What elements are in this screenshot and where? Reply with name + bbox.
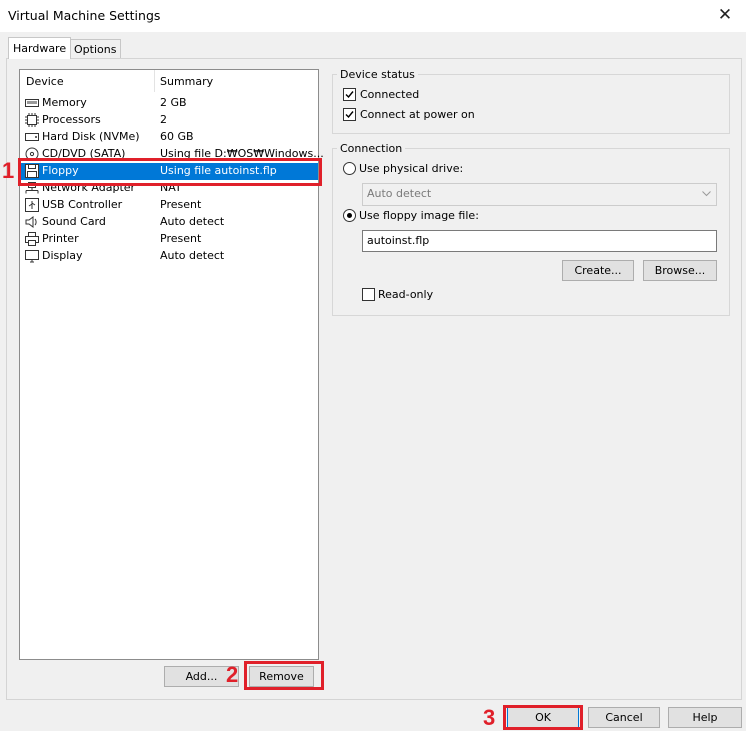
device-summary: Auto detect bbox=[160, 249, 225, 262]
checkmark-icon bbox=[345, 111, 354, 119]
device-row-printer[interactable]: Printer Present bbox=[20, 231, 318, 248]
device-row-display[interactable]: Display Auto detect bbox=[20, 248, 318, 265]
tab-hardware[interactable]: Hardware bbox=[8, 37, 72, 59]
annotation-highlight-ok bbox=[503, 705, 583, 730]
device-summary: Auto detect bbox=[160, 215, 225, 228]
device-summary: 60 GB bbox=[160, 130, 194, 143]
connect-at-power-on-label[interactable]: Connect at power on bbox=[360, 108, 475, 121]
memory-icon bbox=[25, 99, 39, 107]
annotation-number-2: 2 bbox=[226, 662, 239, 687]
connection-title: Connection bbox=[337, 142, 406, 155]
device-name: Processors bbox=[42, 113, 101, 126]
device-name: Sound Card bbox=[42, 215, 106, 228]
annotation-number-3: 3 bbox=[483, 705, 496, 730]
annotation-highlight-floppy bbox=[18, 158, 322, 186]
cancel-button[interactable]: Cancel bbox=[588, 707, 660, 728]
browse-button[interactable]: Browse... bbox=[643, 260, 717, 281]
drive-select: Auto detect bbox=[362, 183, 717, 206]
read-only-label[interactable]: Read-only bbox=[378, 288, 433, 301]
image-file-input[interactable]: autoinst.flp bbox=[362, 230, 717, 252]
annotation-highlight-remove bbox=[244, 661, 324, 690]
device-summary: Present bbox=[160, 198, 202, 211]
drive-select-value: Auto detect bbox=[367, 187, 432, 200]
device-name: Display bbox=[42, 249, 83, 262]
processor-icon bbox=[25, 113, 39, 127]
connected-label[interactable]: Connected bbox=[360, 88, 419, 101]
connected-checkbox[interactable] bbox=[343, 88, 356, 101]
device-row-usb-controller[interactable]: USB Controller Present bbox=[20, 197, 318, 214]
floppy-image-radio[interactable] bbox=[343, 209, 356, 222]
device-row-hard-disk[interactable]: Hard Disk (NVMe) 60 GB bbox=[20, 129, 318, 146]
checkmark-icon bbox=[345, 91, 354, 99]
device-summary: Present bbox=[160, 232, 202, 245]
device-row-processors[interactable]: Processors 2 bbox=[20, 112, 318, 129]
device-row-sound-card[interactable]: Sound Card Auto detect bbox=[20, 214, 318, 231]
help-button[interactable]: Help bbox=[668, 707, 742, 728]
printer-icon bbox=[25, 232, 39, 246]
column-header-device[interactable]: Device bbox=[26, 75, 64, 88]
column-separator bbox=[154, 70, 155, 92]
device-summary: 2 bbox=[160, 113, 167, 126]
device-status-group bbox=[332, 74, 730, 134]
device-name: USB Controller bbox=[42, 198, 123, 211]
usb-controller-icon bbox=[25, 198, 39, 212]
device-name: Memory bbox=[42, 96, 87, 109]
create-button[interactable]: Create... bbox=[562, 260, 634, 281]
device-summary: 2 GB bbox=[160, 96, 187, 109]
image-file-value: autoinst.flp bbox=[367, 234, 430, 247]
connect-at-power-on-checkbox[interactable] bbox=[343, 108, 356, 121]
sound-card-icon bbox=[25, 216, 37, 228]
annotation-number-1: 1 bbox=[2, 158, 15, 183]
floppy-image-label[interactable]: Use floppy image file: bbox=[359, 209, 479, 222]
chevron-down-icon bbox=[702, 191, 711, 197]
physical-drive-label[interactable]: Use physical drive: bbox=[359, 162, 463, 175]
close-icon[interactable]: ✕ bbox=[712, 2, 738, 28]
display-icon bbox=[25, 250, 39, 263]
read-only-checkbox[interactable] bbox=[362, 288, 375, 301]
window-title: Virtual Machine Settings bbox=[8, 8, 161, 23]
device-name: Hard Disk (NVMe) bbox=[42, 130, 140, 143]
device-status-title: Device status bbox=[337, 68, 418, 81]
device-name: Printer bbox=[42, 232, 79, 245]
column-header-summary[interactable]: Summary bbox=[160, 75, 213, 88]
tab-options[interactable]: Options bbox=[69, 39, 122, 59]
hard-disk-icon bbox=[25, 133, 39, 141]
device-row-memory[interactable]: Memory 2 GB bbox=[20, 95, 318, 112]
physical-drive-radio[interactable] bbox=[343, 162, 356, 175]
